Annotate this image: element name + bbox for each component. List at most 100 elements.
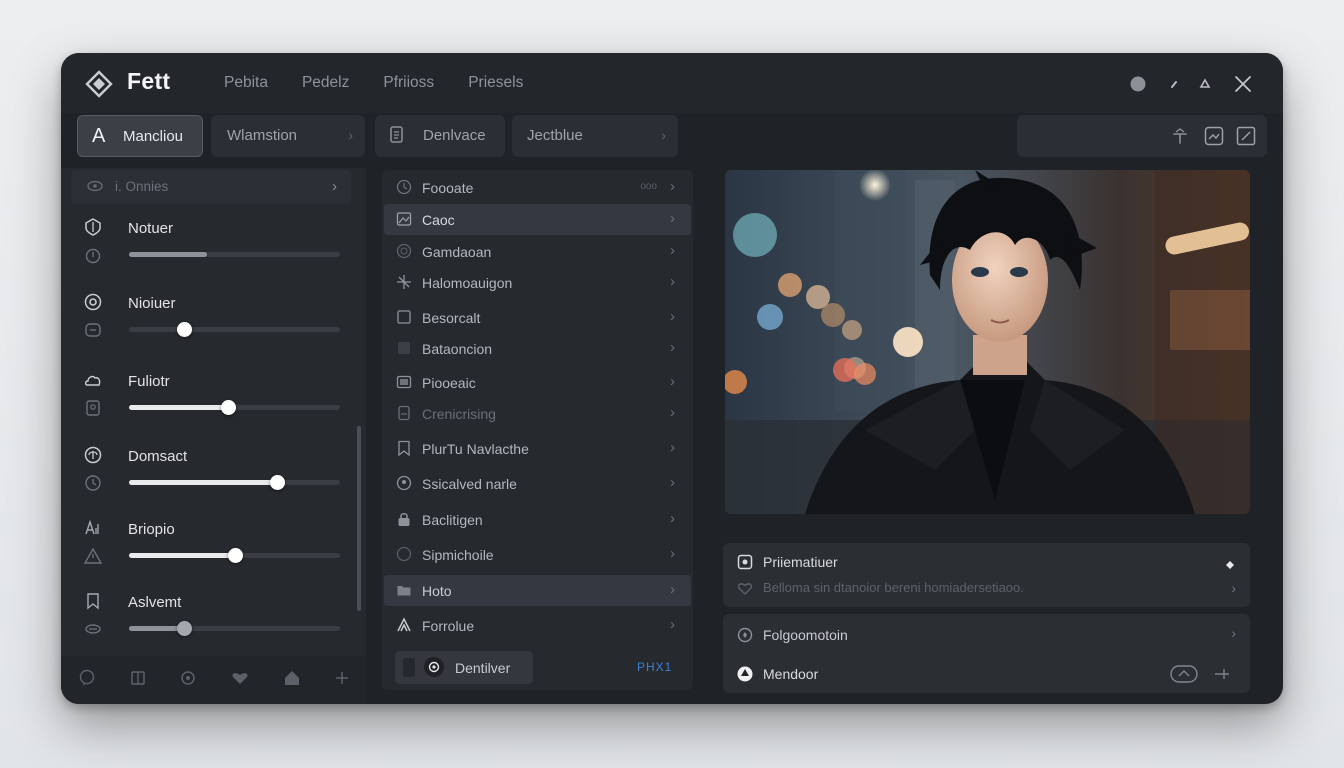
document-icon bbox=[389, 126, 405, 148]
mountain-icon bbox=[396, 617, 412, 633]
chat-icon bbox=[84, 321, 102, 339]
list-item[interactable]: Gamdaoan › bbox=[384, 236, 691, 267]
move-icon[interactable] bbox=[1214, 667, 1230, 686]
add-icon[interactable] bbox=[335, 671, 349, 690]
info-card: Priiematiuer Belloma sin dtanoior bereni… bbox=[723, 543, 1250, 607]
slider-knob[interactable] bbox=[177, 621, 192, 636]
heart-icon[interactable] bbox=[231, 671, 249, 690]
tool-button-jectblue[interactable]: Jectblue › bbox=[512, 115, 678, 157]
close-icon[interactable] bbox=[1232, 73, 1254, 95]
chevron-right-icon: › bbox=[670, 273, 675, 290]
list-item[interactable]: Foooate ooo › bbox=[384, 172, 691, 203]
app-window: Fett Pebita Pedelz Pfriioss Priesels A M… bbox=[61, 53, 1283, 704]
list-item[interactable]: Baclitigen › bbox=[384, 504, 691, 535]
refresh-icon[interactable] bbox=[180, 670, 196, 691]
list-item-label: Bataoncion bbox=[422, 341, 493, 357]
badge-icon bbox=[84, 399, 102, 417]
list-item[interactable]: Caoc › bbox=[384, 204, 691, 235]
sparkle-icon bbox=[396, 274, 412, 290]
slider-track[interactable] bbox=[129, 475, 340, 490]
card-row-folgoomotoin[interactable]: Folgoomotoin › bbox=[723, 616, 1250, 652]
home-icon[interactable] bbox=[283, 669, 301, 692]
list-item[interactable]: Piooeaic › bbox=[384, 367, 691, 398]
panel-scrollbar[interactable] bbox=[357, 426, 361, 611]
list-item[interactable]: Crenicrising › bbox=[384, 398, 691, 429]
toolbar-actions bbox=[1017, 115, 1267, 157]
app-title: Fett bbox=[127, 68, 171, 94]
toggle-icon[interactable] bbox=[1170, 665, 1198, 688]
edit-box-icon[interactable] bbox=[1235, 125, 1257, 147]
minimize-icon[interactable] bbox=[1163, 73, 1185, 95]
list-item[interactable]: Hoto › bbox=[384, 575, 691, 606]
menu-item-pedelz[interactable]: Pedelz bbox=[285, 66, 366, 100]
slider-knob[interactable] bbox=[221, 400, 236, 415]
panel-header[interactable]: i. Onnies › bbox=[71, 170, 351, 204]
menu-item-pebita[interactable]: Pebita bbox=[207, 66, 285, 100]
tool-button-wlamstion[interactable]: Wlamstion › bbox=[211, 115, 365, 157]
chevron-right-icon: › bbox=[332, 178, 337, 195]
drop-icon bbox=[84, 246, 102, 264]
image-frame-icon[interactable] bbox=[1203, 125, 1225, 147]
clock-icon bbox=[84, 474, 102, 492]
maximize-icon[interactable] bbox=[1194, 73, 1216, 95]
pin-icon[interactable] bbox=[1169, 125, 1191, 147]
text-style-icon bbox=[84, 519, 102, 537]
dentilver-button[interactable]: Dentilver bbox=[395, 651, 533, 684]
list-item-label: Crenicrising bbox=[422, 406, 496, 422]
slider-track[interactable] bbox=[129, 621, 340, 636]
slider-label: Fuliotr bbox=[128, 373, 170, 390]
panel-header-label: i. Onnies bbox=[115, 179, 169, 194]
bottom-button-label: Dentilver bbox=[455, 660, 511, 676]
chevron-right-icon: › bbox=[670, 616, 675, 633]
list-item-label: Foooate bbox=[422, 180, 474, 196]
ring-icon bbox=[396, 546, 412, 562]
menu-item-pfriioss[interactable]: Pfriioss bbox=[366, 66, 451, 100]
menu-item-priesels[interactable]: Priesels bbox=[451, 66, 540, 100]
record-dot-icon[interactable] bbox=[1127, 73, 1149, 95]
list-item[interactable]: Bataoncion › bbox=[384, 333, 691, 364]
heart-outline-icon bbox=[737, 580, 753, 596]
list-item-label: Sipmichoile bbox=[422, 547, 494, 563]
slider-label: Notuer bbox=[128, 220, 174, 237]
circle-badge-icon bbox=[424, 657, 444, 677]
card-subtitle: Belloma sin dtanoior bereni homiaderseti… bbox=[763, 580, 1024, 595]
slider-label: Aslvemt bbox=[128, 594, 182, 611]
chevron-right-icon: › bbox=[670, 474, 675, 491]
list-item[interactable]: Sipmichoile › bbox=[384, 539, 691, 570]
card-row-mendoor[interactable]: Mendoor bbox=[723, 655, 1250, 691]
slider-fuliotr: Fuliotr bbox=[61, 371, 366, 441]
list-item[interactable]: Besorcalt › bbox=[384, 302, 691, 333]
filled-square-icon bbox=[396, 340, 412, 356]
slider-domsact: Domsact bbox=[61, 446, 366, 516]
slider-track[interactable] bbox=[129, 252, 340, 257]
slider-track[interactable] bbox=[129, 400, 340, 415]
slider-fill bbox=[129, 252, 207, 257]
list-item[interactable]: Forrolue › bbox=[384, 610, 691, 641]
folder-icon bbox=[396, 582, 412, 598]
tool-button-mancliou[interactable]: A Mancliou bbox=[77, 115, 203, 157]
main-menu: Pebita Pedelz Pfriioss Priesels bbox=[207, 53, 540, 113]
slider-label: Domsact bbox=[128, 448, 188, 465]
chevron-right-icon: › bbox=[1231, 625, 1236, 641]
slider-knob[interactable] bbox=[228, 548, 243, 563]
list-item-label: PlurTu Navlacthe bbox=[422, 441, 529, 457]
list-item[interactable]: PlurTu Navlacthe › bbox=[384, 433, 691, 464]
slider-label: Briopio bbox=[128, 521, 175, 538]
list-item[interactable]: Halomoauigon › bbox=[384, 267, 691, 298]
card-row-label: Mendoor bbox=[763, 666, 819, 682]
slider-track[interactable] bbox=[129, 548, 340, 563]
slider-track[interactable] bbox=[129, 322, 340, 337]
thumbnail-icon bbox=[403, 658, 415, 677]
tool-button-denlvace[interactable]: Denlvace bbox=[375, 115, 505, 157]
columns-icon[interactable] bbox=[130, 670, 146, 691]
slider-knob[interactable] bbox=[270, 475, 285, 490]
list-item[interactable]: Ssicalved narle › bbox=[384, 468, 691, 499]
chevron-right-icon: › bbox=[670, 404, 675, 421]
list-item-label: Hoto bbox=[422, 583, 452, 599]
slider-knob[interactable] bbox=[177, 322, 192, 337]
slider-fill bbox=[129, 480, 277, 485]
lock-icon bbox=[396, 511, 412, 527]
speech-icon[interactable] bbox=[78, 669, 96, 692]
warning-icon bbox=[83, 547, 103, 565]
card-subtitle-row[interactable]: Belloma sin dtanoior bereni homiaderseti… bbox=[723, 571, 1250, 607]
